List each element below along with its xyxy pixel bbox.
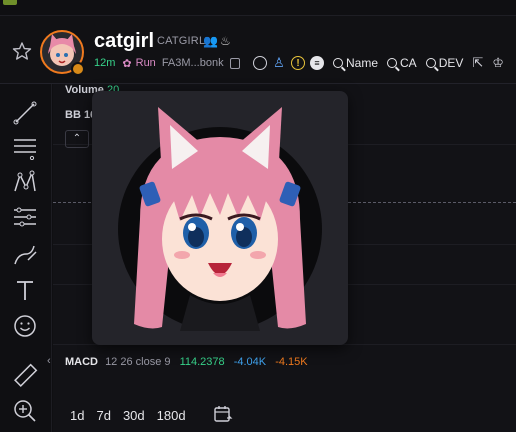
search-name-link[interactable]: Name: [333, 56, 378, 70]
search-dev-link[interactable]: DEV: [425, 56, 463, 70]
person-icon[interactable]: ♙: [272, 55, 286, 70]
chef-hat-icon[interactable]: ♔: [492, 55, 504, 71]
text-tool-icon[interactable]: [12, 278, 38, 304]
timeframe-30d[interactable]: 30d: [123, 408, 145, 423]
token-age: 12m: [94, 57, 116, 69]
calendar-icon[interactable]: [213, 404, 233, 424]
star-icon[interactable]: [12, 41, 32, 61]
token-ticker: CATGIRL: [157, 35, 206, 47]
group-icon: 👥: [203, 34, 218, 48]
macd-indicator: MACD 12 26 close 9 114.2378 -4.04K -4.15…: [65, 356, 308, 368]
emoji-icon[interactable]: [12, 313, 38, 339]
search-ca-link[interactable]: CA: [387, 56, 417, 70]
fib-settings-icon[interactable]: [12, 204, 38, 230]
brush-icon[interactable]: [12, 242, 38, 268]
warning-icon[interactable]: !: [291, 56, 305, 70]
ruler-icon[interactable]: [12, 363, 38, 389]
book-icon[interactable]: ≡: [310, 56, 324, 70]
social-icons: 👥 ♨: [203, 34, 231, 48]
token-image-preview: [92, 91, 348, 345]
top-strip: [0, 0, 516, 16]
drawing-toolbar: [0, 84, 52, 432]
trend-line-icon[interactable]: [12, 100, 38, 126]
header-actions: ♙ ! ≡ Name CA DEV ⇱ ♔: [253, 54, 504, 72]
pattern-icon[interactable]: [12, 169, 38, 195]
search-icon: [333, 58, 343, 68]
timeframe-180d[interactable]: 180d: [157, 408, 186, 423]
toolbar-collapse-icon[interactable]: ‹: [47, 355, 51, 367]
horizontal-lines-icon[interactable]: [12, 134, 38, 160]
chef-hat-icon: ♨: [219, 34, 231, 48]
token-name: catgirl: [94, 30, 155, 52]
platform-label: Run: [135, 57, 156, 69]
token-header: catgirl CATGIRL 👥 ♨ 12m ✿ Run FA3M...bonk…: [0, 16, 516, 84]
copy-icon[interactable]: [229, 57, 240, 69]
external-link-icon[interactable]: ⇱: [472, 55, 483, 71]
globe-icon[interactable]: [253, 56, 267, 70]
search-icon: [387, 58, 398, 68]
zoom-in-icon[interactable]: [12, 398, 38, 424]
search-icon: [425, 58, 436, 68]
token-artwork: [118, 107, 322, 331]
timeframe-selector: 1d 7d 30d 180d: [70, 408, 186, 423]
timeframe-1d[interactable]: 1d: [70, 408, 84, 423]
timeframe-7d[interactable]: 7d: [96, 408, 110, 423]
token-meta-row: 12m ✿ Run FA3M...bonk: [94, 55, 250, 71]
run-icon: ✿: [122, 57, 132, 70]
token-address: FA3M...bonk: [161, 57, 224, 69]
avatar-badge: [71, 62, 85, 76]
top-indicator: [3, 0, 17, 5]
collapse-indicators-button[interactable]: ⌃: [65, 130, 89, 148]
